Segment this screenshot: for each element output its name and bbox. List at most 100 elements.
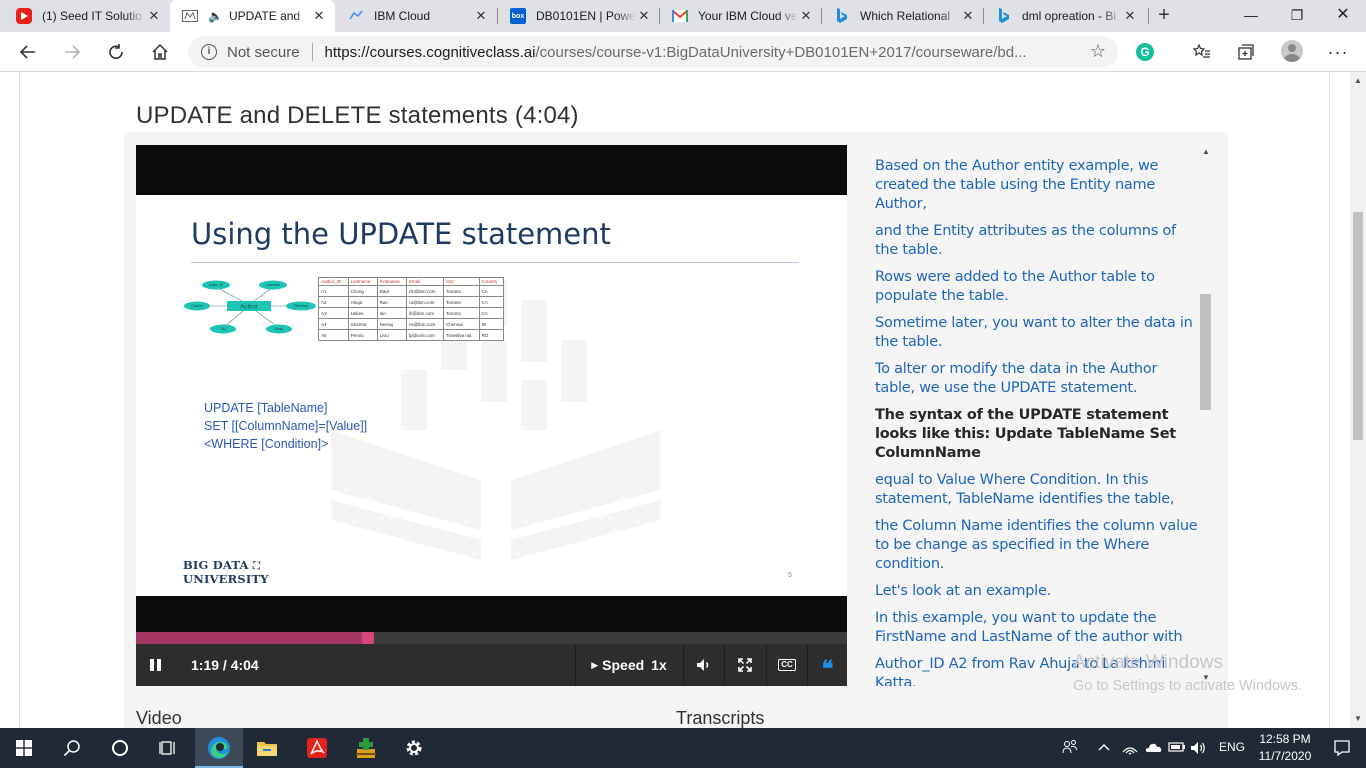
big-data-university-logo: BIG DATA ⛶ UNIVERSITY: [183, 558, 269, 586]
file-explorer-button[interactable]: [243, 728, 291, 768]
tab-youtube[interactable]: (1) Seed IT Solutio ✕: [4, 0, 170, 32]
close-tab-icon[interactable]: ✕: [798, 8, 814, 24]
bing-icon: [834, 8, 850, 24]
chevron-up-icon[interactable]: [1098, 740, 1110, 754]
volume-button[interactable]: [684, 644, 724, 686]
svg-text:City: City: [220, 327, 226, 331]
audio-icon[interactable]: 🔈: [208, 9, 223, 23]
refresh-icon: [109, 44, 123, 59]
info-icon[interactable]: i: [201, 44, 217, 60]
new-tab-button[interactable]: +: [1150, 0, 1178, 32]
tab-ibm-cloud[interactable]: IBM Cloud ✕: [336, 0, 497, 32]
search-button[interactable]: [48, 728, 96, 768]
transcript-line[interactable]: To alter or modify the data in the Autho…: [848, 360, 1213, 398]
address-bar[interactable]: i Not secure https://courses.cognitivecl…: [188, 36, 1118, 68]
scroll-up-icon[interactable]: ▲: [1202, 147, 1210, 156]
edge-taskbar-button[interactable]: [195, 728, 243, 768]
transcript-line[interactable]: the Column Name identifies the column va…: [848, 517, 1213, 574]
transcript-line[interactable]: Let's look at an example.: [848, 582, 1213, 601]
security-label[interactable]: Not secure: [227, 44, 300, 61]
pause-button[interactable]: [136, 644, 174, 686]
app-taskbar-button[interactable]: [342, 728, 390, 768]
favorites-list-icon: [1193, 43, 1210, 58]
close-tab-icon[interactable]: ✕: [960, 8, 976, 24]
close-tab-icon[interactable]: ✕: [473, 8, 489, 24]
restore-button[interactable]: ❐: [1274, 0, 1320, 32]
transcript-line[interactable]: equal to Value Where Condition. In this …: [848, 471, 1213, 509]
transcript-line[interactable]: In this example, you want to update the …: [848, 609, 1213, 647]
transcript-panel[interactable]: Based on the Author entity example, we c…: [848, 145, 1213, 686]
onedrive-icon[interactable]: [1144, 741, 1162, 756]
page-border-left: [19, 72, 20, 728]
scroll-down-icon[interactable]: ▼: [1354, 714, 1362, 723]
tab-relational[interactable]: Which Relational ✕: [822, 0, 984, 32]
favorites-button[interactable]: [1186, 36, 1218, 68]
close-tab-icon[interactable]: ✕: [311, 8, 327, 24]
home-button[interactable]: [144, 36, 176, 68]
transcript-toggle-button[interactable]: ❝: [808, 644, 847, 686]
grammarly-icon[interactable]: G: [1136, 43, 1154, 61]
table-cell: Chong: [347, 285, 378, 297]
cortana-button[interactable]: [96, 728, 144, 768]
close-tab-icon[interactable]: ✕: [636, 8, 652, 24]
favorite-star-icon[interactable]: ☆: [1090, 41, 1106, 62]
battery-icon[interactable]: [1168, 741, 1186, 756]
tab-db0101en[interactable]: box DB0101EN | Power ✕: [498, 0, 660, 32]
page-scrollbar[interactable]: ▲ ▼: [1350, 72, 1366, 728]
transcript-line[interactable]: Rows were added to the Author table to p…: [848, 268, 1213, 306]
close-window-button[interactable]: ✕: [1320, 0, 1366, 32]
scroll-up-icon[interactable]: ▲: [1354, 76, 1362, 85]
tab-update-delete[interactable]: 🔈 UPDATE and ✕: [170, 0, 335, 32]
transcript-line[interactable]: Based on the Author entity example, we c…: [848, 157, 1213, 214]
settings-more-button[interactable]: ···: [1322, 36, 1354, 68]
speaker-icon[interactable]: [1190, 740, 1208, 759]
page-scroll-thumb[interactable]: [1353, 212, 1363, 440]
video-slide[interactable]: Using the UPDATE statement Author Author…: [136, 195, 847, 596]
forward-button[interactable]: [56, 36, 88, 68]
refresh-button[interactable]: [100, 36, 132, 68]
progress-fill: [136, 632, 368, 644]
video-progress-bar[interactable]: [136, 632, 847, 644]
transcript-line[interactable]: Sometime later, you want to alter the da…: [848, 314, 1213, 352]
notifications-button[interactable]: [1318, 728, 1366, 768]
tab-dml-operation[interactable]: dml opreation - Bi ✕: [984, 0, 1146, 32]
close-tab-icon[interactable]: ✕: [1122, 8, 1138, 24]
video-player[interactable]: Using the UPDATE statement Author Author…: [136, 145, 847, 686]
table-cell: CA: [478, 296, 505, 308]
speed-button[interactable]: ▶ Speed 1x: [576, 644, 682, 686]
progress-handle[interactable]: [361, 632, 374, 644]
start-button[interactable]: [0, 728, 48, 768]
task-view-button[interactable]: [144, 728, 192, 768]
taskbar-clock[interactable]: 12:58 PM 11/7/2020: [1250, 731, 1320, 765]
table-cell: Toronto: [443, 307, 480, 319]
profile-avatar[interactable]: [1281, 40, 1303, 62]
table-cell: Raul: [376, 285, 407, 297]
collections-button[interactable]: [1230, 36, 1262, 68]
settings-taskbar-button[interactable]: [390, 728, 438, 768]
transcript-line[interactable]: The syntax of the UPDATE statement looks…: [848, 406, 1213, 463]
people-icon[interactable]: [1062, 739, 1078, 758]
acrobat-button[interactable]: [293, 728, 341, 768]
url-host: https://courses.cognitiveclass.ai: [324, 43, 536, 61]
transcript-line[interactable]: and the Entity attributes as the columns…: [848, 222, 1213, 260]
table-cell: Hakes: [347, 307, 378, 319]
transcript-scroll-thumb[interactable]: [1200, 294, 1211, 410]
box-icon: box: [510, 8, 526, 24]
table-cell: Chennai: [443, 318, 480, 330]
language-indicator[interactable]: ENG: [1219, 740, 1245, 754]
transcript-scrollbar[interactable]: ▲ ▼: [1198, 145, 1214, 685]
cc-icon: CC: [778, 659, 796, 671]
minimize-button[interactable]: —: [1228, 0, 1274, 32]
clock-date: 11/7/2020: [1258, 749, 1312, 763]
close-tab-icon[interactable]: ✕: [146, 8, 162, 24]
wifi-icon[interactable]: [1122, 740, 1138, 759]
fullscreen-button[interactable]: [725, 644, 765, 686]
system-tray: ENG: [1058, 728, 1248, 768]
tab-gmail[interactable]: Your IBM Cloud ve ✕: [660, 0, 822, 32]
task-view-icon: [159, 741, 175, 755]
tab-title: IBM Cloud: [374, 9, 431, 23]
back-button[interactable]: [12, 36, 44, 68]
table-cell: Transilva nia: [443, 329, 480, 341]
closed-captions-button[interactable]: CC: [767, 644, 807, 686]
gmail-icon: [672, 8, 688, 24]
